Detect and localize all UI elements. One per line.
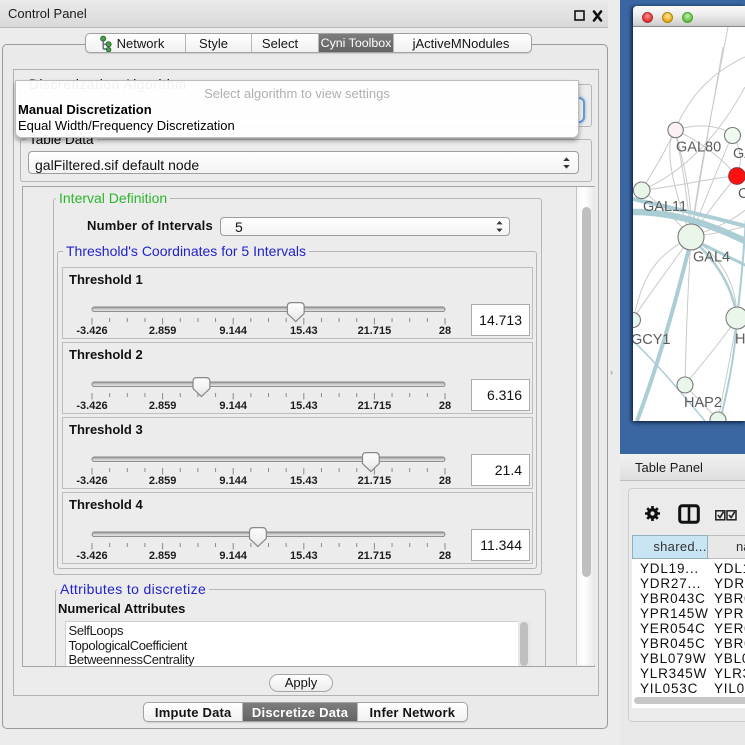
- svg-text:2.859: 2.859: [149, 550, 177, 561]
- svg-text:-3.426: -3.426: [76, 400, 107, 411]
- svg-text:GAL11: GAL11: [643, 199, 687, 215]
- svg-text:15.43: 15.43: [290, 475, 318, 486]
- svg-text:28: 28: [439, 325, 451, 336]
- svg-text:21.715: 21.715: [358, 325, 392, 336]
- svg-text:9.144: 9.144: [219, 400, 247, 411]
- svg-text:HAP2: HAP2: [684, 395, 722, 411]
- svg-text:21.715: 21.715: [358, 400, 392, 411]
- svg-text:-3.426: -3.426: [76, 475, 107, 486]
- svg-text:28: 28: [439, 475, 451, 486]
- svg-text:2.859: 2.859: [149, 475, 177, 486]
- svg-text:2.859: 2.859: [149, 400, 177, 411]
- svg-text:9.144: 9.144: [219, 325, 247, 336]
- svg-text:2.859: 2.859: [149, 325, 177, 336]
- svg-text:-3.426: -3.426: [76, 550, 107, 561]
- svg-text:9.144: 9.144: [219, 550, 247, 561]
- svg-text:GAL: GAL: [733, 146, 745, 162]
- svg-text:GAL4: GAL4: [693, 250, 730, 266]
- svg-text:15.43: 15.43: [290, 550, 318, 561]
- svg-text:21.715: 21.715: [358, 475, 392, 486]
- svg-text:28: 28: [439, 400, 451, 411]
- svg-text:15.43: 15.43: [290, 400, 318, 411]
- svg-text:-3.426: -3.426: [76, 325, 107, 336]
- svg-text:9.144: 9.144: [219, 475, 247, 486]
- svg-text:21.715: 21.715: [358, 550, 392, 561]
- svg-text:28: 28: [439, 550, 451, 561]
- svg-text:H: H: [735, 332, 745, 348]
- svg-text:GAL80: GAL80: [676, 140, 721, 156]
- svg-text:15.43: 15.43: [290, 325, 318, 336]
- svg-text:GCY1: GCY1: [633, 332, 671, 348]
- svg-text:C: C: [738, 186, 745, 202]
